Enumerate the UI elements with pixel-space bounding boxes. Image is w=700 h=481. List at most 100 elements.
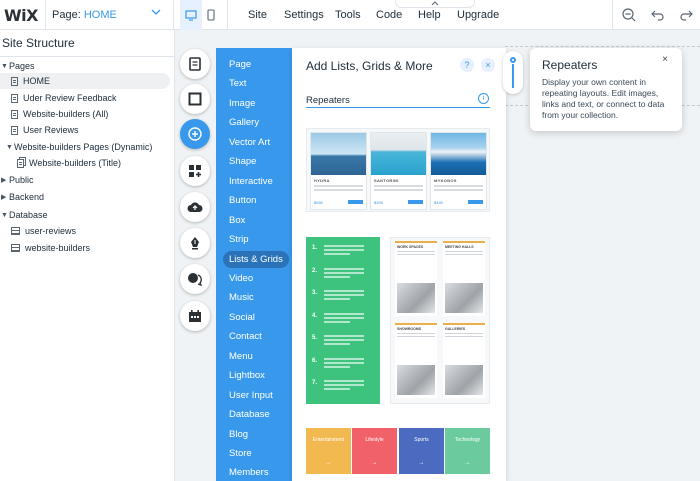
page-icon: [11, 109, 18, 119]
step-text-line: [324, 271, 364, 274]
tree-label: Website-builders (Title): [29, 158, 122, 168]
category-store[interactable]: Store: [223, 445, 289, 462]
tree-item-website-builders-collection[interactable]: website-builders: [11, 240, 90, 256]
category-shape[interactable]: Shape: [223, 153, 289, 170]
category-vector-art[interactable]: Vector Art: [223, 134, 289, 151]
site-structure-title: Site Structure: [2, 36, 75, 50]
category-gallery[interactable]: Gallery: [223, 114, 289, 131]
arrow-icon: →: [325, 460, 332, 466]
desktop-view-button[interactable]: [180, 0, 202, 30]
card-text-line: [374, 185, 423, 187]
category-text[interactable]: Text: [223, 75, 289, 92]
app-market-button[interactable]: [180, 156, 210, 186]
step-text-line: [324, 253, 350, 255]
background-button[interactable]: [180, 84, 210, 114]
category-lightbox[interactable]: Lightbox: [223, 367, 289, 384]
tree-item-website-builders-all[interactable]: Website-builders (All): [11, 106, 108, 122]
step-text-line: [324, 343, 350, 345]
add-button[interactable]: [180, 119, 210, 149]
tile-text-line: [397, 251, 435, 252]
category-social[interactable]: Social: [223, 309, 289, 326]
left-toolbar: [176, 40, 216, 340]
tree-item-website-builders-title[interactable]: Website-builders (Title): [17, 155, 121, 171]
blog-button[interactable]: [180, 228, 210, 258]
card-image: [371, 133, 426, 175]
category-lists-grids[interactable]: Lists & Grids: [223, 250, 289, 268]
category-box[interactable]: Box: [223, 212, 289, 229]
caret-down-icon: ▼: [1, 211, 8, 219]
repeater-preset-tiles[interactable]: WORK SPACES MEETING HALLS SHOWROOMS GALL…: [390, 237, 490, 404]
bookings-button[interactable]: [180, 301, 210, 331]
chat-button[interactable]: [180, 264, 210, 294]
category-strip[interactable]: Strip: [223, 231, 289, 248]
zoom-out-icon[interactable]: [621, 7, 637, 23]
card-text-line: [314, 185, 363, 187]
category-button[interactable]: Button: [223, 192, 289, 209]
category-interactive[interactable]: Interactive: [223, 173, 289, 190]
tree-item-user-reviews[interactable]: User Reviews: [11, 122, 79, 138]
caret-right-icon: ▶: [1, 194, 7, 201]
page-icon: [11, 93, 18, 103]
media-upload-button[interactable]: [180, 192, 210, 222]
repeater-preset-cards[interactable]: HYDRA $550 SANTORINI $399 MYKONOS $499: [306, 128, 490, 212]
chevron-down-icon[interactable]: [151, 7, 161, 17]
category-contact[interactable]: Contact: [223, 328, 289, 345]
repeater-preset-numbered-list[interactable]: 1. 2. 3. 4. 5. 6. 7.: [306, 237, 380, 404]
step-text-line: [324, 384, 364, 386]
page-icon: [11, 125, 18, 135]
card-button: [468, 200, 483, 204]
help-button[interactable]: ?: [460, 58, 474, 72]
close-icon[interactable]: ×: [662, 54, 668, 65]
menu-code[interactable]: Code: [376, 9, 402, 21]
category-image[interactable]: Image: [223, 95, 289, 112]
dynamic-page-icon: [17, 158, 24, 168]
menu-upgrade[interactable]: Upgrade: [457, 9, 499, 21]
repeater-preset-categories[interactable]: Entertainment → Lifestyle → Sports → Techno…: [306, 428, 490, 474]
menu-site[interactable]: Site: [248, 9, 267, 21]
tile-title: SHOWROOMS: [397, 327, 422, 331]
tree-group-database[interactable]: ▼ Database: [1, 207, 48, 223]
close-button[interactable]: ×: [481, 58, 495, 72]
category-blog[interactable]: Blog: [223, 426, 289, 443]
category-user-input[interactable]: User Input: [223, 387, 289, 404]
page-selector[interactable]: Page: HOME: [52, 9, 117, 21]
menu-tools[interactable]: Tools: [335, 9, 361, 21]
category-database[interactable]: Database: [223, 406, 289, 423]
category-tile: Entertainment →: [306, 428, 351, 474]
tree-item-user-reviews-collection[interactable]: user-reviews: [11, 223, 76, 239]
menu-settings[interactable]: Settings: [284, 9, 324, 21]
preset-card: HYDRA $550: [310, 132, 367, 210]
tree-item-home[interactable]: HOME: [0, 73, 170, 89]
add-category-menu: Page Text Image Gallery Vector Art Shape Inter…: [216, 48, 292, 481]
mobile-view-button[interactable]: [200, 0, 222, 30]
category-menu[interactable]: Menu: [223, 348, 289, 365]
step-text-line: [324, 339, 364, 341]
tree-group-public[interactable]: ▶ Public: [1, 172, 34, 188]
category-music[interactable]: Music: [223, 289, 289, 306]
tile-text-line: [397, 333, 435, 334]
menus-pages-button[interactable]: [180, 49, 210, 79]
step-text-line: [324, 361, 364, 364]
tree-group-dynamic-pages[interactable]: ▼ Website-builders Pages (Dynamic): [6, 139, 152, 155]
category-page[interactable]: Page: [223, 56, 289, 73]
tree-item-uder-review-feedback[interactable]: Uder Review Feedback: [11, 90, 117, 106]
tree-group-pages[interactable]: ▼ Pages: [1, 58, 35, 74]
undo-icon[interactable]: [650, 7, 666, 23]
arrow-icon: →: [418, 460, 425, 466]
app-market-icon: [189, 165, 201, 177]
tree-label: HOME: [23, 76, 50, 86]
category-members[interactable]: Members: [223, 464, 289, 481]
redo-icon[interactable]: [678, 7, 694, 23]
menu-help[interactable]: Help: [418, 9, 441, 21]
category-tile: Technology →: [445, 428, 490, 474]
preset-card: MYKONOS $499: [430, 132, 487, 210]
category-video[interactable]: Video: [223, 270, 289, 287]
collapse-toolbar-tab[interactable]: [395, 0, 475, 8]
step-text-line: [324, 298, 350, 300]
menus-pages-icon: [189, 57, 201, 71]
top-bar: WiX Page: HOME Site Settings Tools Code …: [0, 0, 700, 30]
tree-group-backend[interactable]: ▶ Backend: [1, 189, 44, 205]
tile-text-line: [445, 336, 483, 337]
wix-logo: WiX: [4, 6, 38, 25]
info-icon[interactable]: i: [478, 93, 489, 104]
